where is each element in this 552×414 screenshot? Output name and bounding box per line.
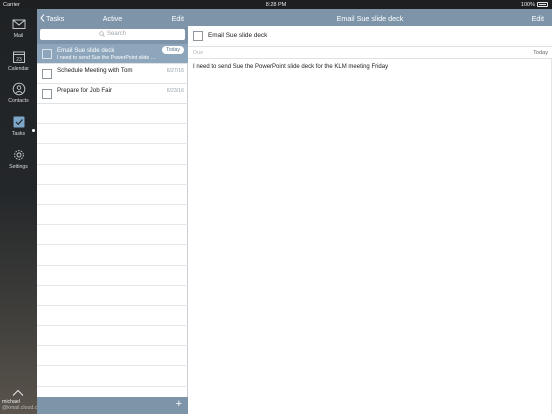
task-notes[interactable]: I need to send Sue the PowerPoint slide … (193, 64, 388, 70)
empty-row (37, 124, 188, 145)
active-indicator (32, 129, 35, 132)
list-edit-button[interactable]: Edit (172, 14, 184, 23)
task-checkbox[interactable] (42, 69, 52, 79)
detail-task-header: Email Sue slide deck (188, 26, 552, 46)
sidebar-item-label: Contacts (8, 98, 29, 104)
detail-title: Email Sue slide deck (336, 13, 404, 23)
task-date: 6/23/16 (166, 88, 184, 94)
task-checkbox[interactable] (42, 49, 52, 59)
status-bar: Carrier 8:28 PM 100% (0, 0, 552, 9)
search-bar: Search (37, 26, 188, 44)
due-row[interactable]: Due Today (188, 46, 552, 59)
task-row[interactable]: Prepare for Job Fair 6/23/16 (37, 84, 188, 104)
sidebar-item-label: Tasks (11, 131, 26, 137)
sidebar-item-label: Mail (13, 33, 24, 39)
battery-icon (537, 2, 548, 7)
list-navbar: Tasks Active Edit (37, 9, 188, 26)
sidebar-item-contacts[interactable]: Contacts (0, 82, 37, 112)
empty-row (37, 205, 188, 226)
task-row[interactable]: Schedule Meeting with Tom 6/27/16 (37, 64, 188, 84)
empty-row (37, 225, 188, 246)
account-info[interactable]: michael @kmail.cloud.co (2, 399, 40, 411)
detail-task-checkbox[interactable] (193, 31, 203, 41)
due-label: Due (193, 50, 204, 56)
task-list: Email Sue slide deck I need to send Sue … (37, 44, 188, 407)
calendar-day: 23 (16, 57, 22, 63)
empty-row (37, 346, 188, 367)
list-toolbar: + (37, 397, 188, 414)
sidebar-item-label: Calendar (7, 66, 30, 72)
empty-row (37, 185, 188, 205)
empty-row (37, 306, 188, 327)
battery-indicator: 100% (521, 2, 548, 8)
mail-icon (12, 19, 25, 29)
sidebar-item-settings[interactable]: Settings (0, 148, 37, 178)
add-task-button[interactable]: + (176, 399, 182, 410)
search-icon (99, 31, 105, 37)
task-checkbox[interactable] (42, 89, 52, 99)
task-note-preview: I need to send Sue the PowerPoint slide … (57, 55, 157, 61)
task-detail-panel: Email Sue slide deck Edit Email Sue slid… (188, 9, 552, 414)
empty-row (37, 286, 188, 306)
gear-icon (13, 150, 24, 160)
sidebar-item-label: Settings (9, 164, 28, 170)
search-input[interactable]: Search (40, 28, 185, 40)
detail-navbar: Email Sue slide deck Edit (188, 9, 552, 26)
detail-task-title: Email Sue slide deck (208, 32, 268, 39)
empty-row (37, 266, 188, 286)
empty-row (37, 104, 188, 125)
task-title: Prepare for Job Fair (57, 87, 113, 94)
detail-edit-button[interactable]: Edit (532, 14, 544, 23)
back-button[interactable]: Tasks (40, 14, 64, 23)
tasks-icon (13, 116, 24, 128)
user-email: @kmail.cloud.co (2, 405, 41, 411)
search-placeholder: Search (106, 31, 126, 37)
task-date: 6/27/16 (166, 68, 184, 74)
empty-row (37, 144, 188, 165)
chevron-up-icon[interactable] (12, 389, 24, 397)
chevron-left-icon (40, 14, 45, 22)
clock: 8:28 PM (265, 1, 287, 8)
task-row[interactable]: Email Sue slide deck I need to send Sue … (37, 44, 188, 64)
sidebar-item-mail[interactable]: Mail (0, 17, 37, 47)
battery-percent: 100% (520, 1, 535, 8)
task-title: Email Sue slide deck (57, 46, 115, 54)
back-label: Tasks (46, 13, 65, 23)
due-badge: Today (162, 45, 184, 54)
app-sidebar: Mail 23 Calendar Contacts Tasks Settings… (0, 9, 40, 414)
task-list-panel: Tasks Active Edit Search Email Sue slide… (37, 9, 188, 414)
empty-row (37, 245, 188, 266)
sidebar-item-calendar[interactable]: 23 Calendar (0, 50, 37, 80)
empty-row (37, 165, 188, 185)
calendar-icon: 23 (12, 51, 25, 63)
contacts-icon (12, 82, 25, 96)
task-title: Schedule Meeting with Tom (57, 67, 133, 74)
empty-row (37, 366, 188, 387)
due-value: Today (533, 50, 548, 56)
empty-row (37, 326, 188, 347)
